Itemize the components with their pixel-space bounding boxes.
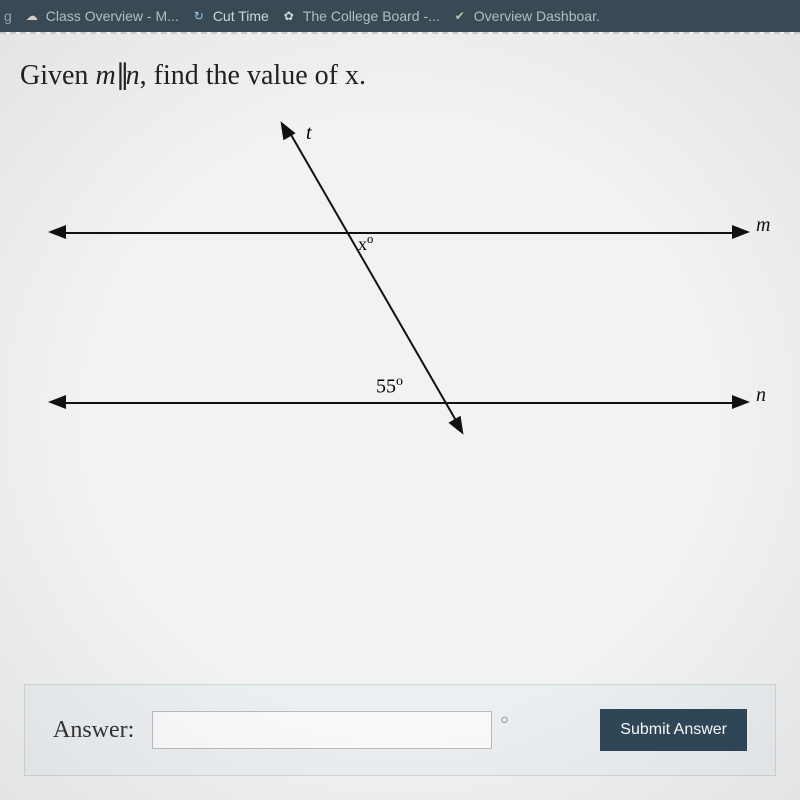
- angle-known-value: 55: [376, 376, 396, 398]
- line-t: [289, 133, 461, 428]
- check-icon-circle: ✔: [452, 8, 468, 24]
- arrow-right-icon: [732, 395, 750, 409]
- tab-college-board[interactable]: ✿ The College Board -...: [281, 8, 440, 24]
- prompt-suffix: , find the value of x.: [140, 60, 366, 91]
- tab-label: The College Board -...: [303, 8, 440, 24]
- tab-label: Overview Dashboar.: [474, 8, 600, 24]
- tab-label: Cut Time: [213, 8, 269, 24]
- answer-label: Answer:: [53, 717, 134, 744]
- angle-x-var: x: [358, 234, 367, 254]
- parallel-symbol-icon: [116, 58, 126, 92]
- cloud-icon: ☁: [24, 8, 40, 24]
- degree-unit-icon: ○: [500, 713, 508, 729]
- arrow-down-icon: [448, 416, 469, 439]
- page-viewport: Given mn, find the value of x. m n t xo …: [0, 32, 800, 800]
- degree-symbol-icon: o: [396, 374, 403, 389]
- line-m: [60, 232, 740, 234]
- arrow-left-icon: [48, 395, 66, 409]
- line-m-label: m: [756, 214, 770, 237]
- geometry-diagram: m n t xo 55o: [20, 112, 780, 532]
- browser-tab-bar: g ☁ Class Overview - M... ↻ Cut Time ✿ T…: [0, 0, 800, 32]
- tab-fragment: g: [4, 8, 12, 24]
- question-prompt: Given mn, find the value of x.: [0, 42, 800, 102]
- tab-label: Class Overview - M...: [46, 8, 179, 24]
- answer-input[interactable]: [152, 711, 492, 749]
- submit-answer-button[interactable]: Submit Answer: [600, 709, 747, 751]
- prompt-prefix: Given: [20, 60, 95, 91]
- answer-bar: Answer: ○ Submit Answer: [24, 684, 776, 776]
- arrow-right-icon: [732, 225, 750, 239]
- line-n-label: n: [756, 384, 766, 407]
- var-m: m: [95, 60, 115, 91]
- tab-overview-dashboard[interactable]: ✔ Overview Dashboar.: [452, 8, 600, 24]
- acorn-icon: ✿: [281, 8, 297, 24]
- line-n: [60, 402, 740, 404]
- angle-x-label: xo: [358, 232, 373, 255]
- tab-class-overview[interactable]: ☁ Class Overview - M...: [24, 8, 179, 24]
- tab-cut-time[interactable]: ↻ Cut Time: [191, 8, 269, 24]
- degree-symbol-icon: o: [367, 232, 373, 246]
- angle-55-label: 55o: [376, 374, 403, 399]
- arrow-left-icon: [48, 225, 66, 239]
- line-t-label: t: [306, 122, 312, 145]
- refresh-icon: ↻: [191, 8, 207, 24]
